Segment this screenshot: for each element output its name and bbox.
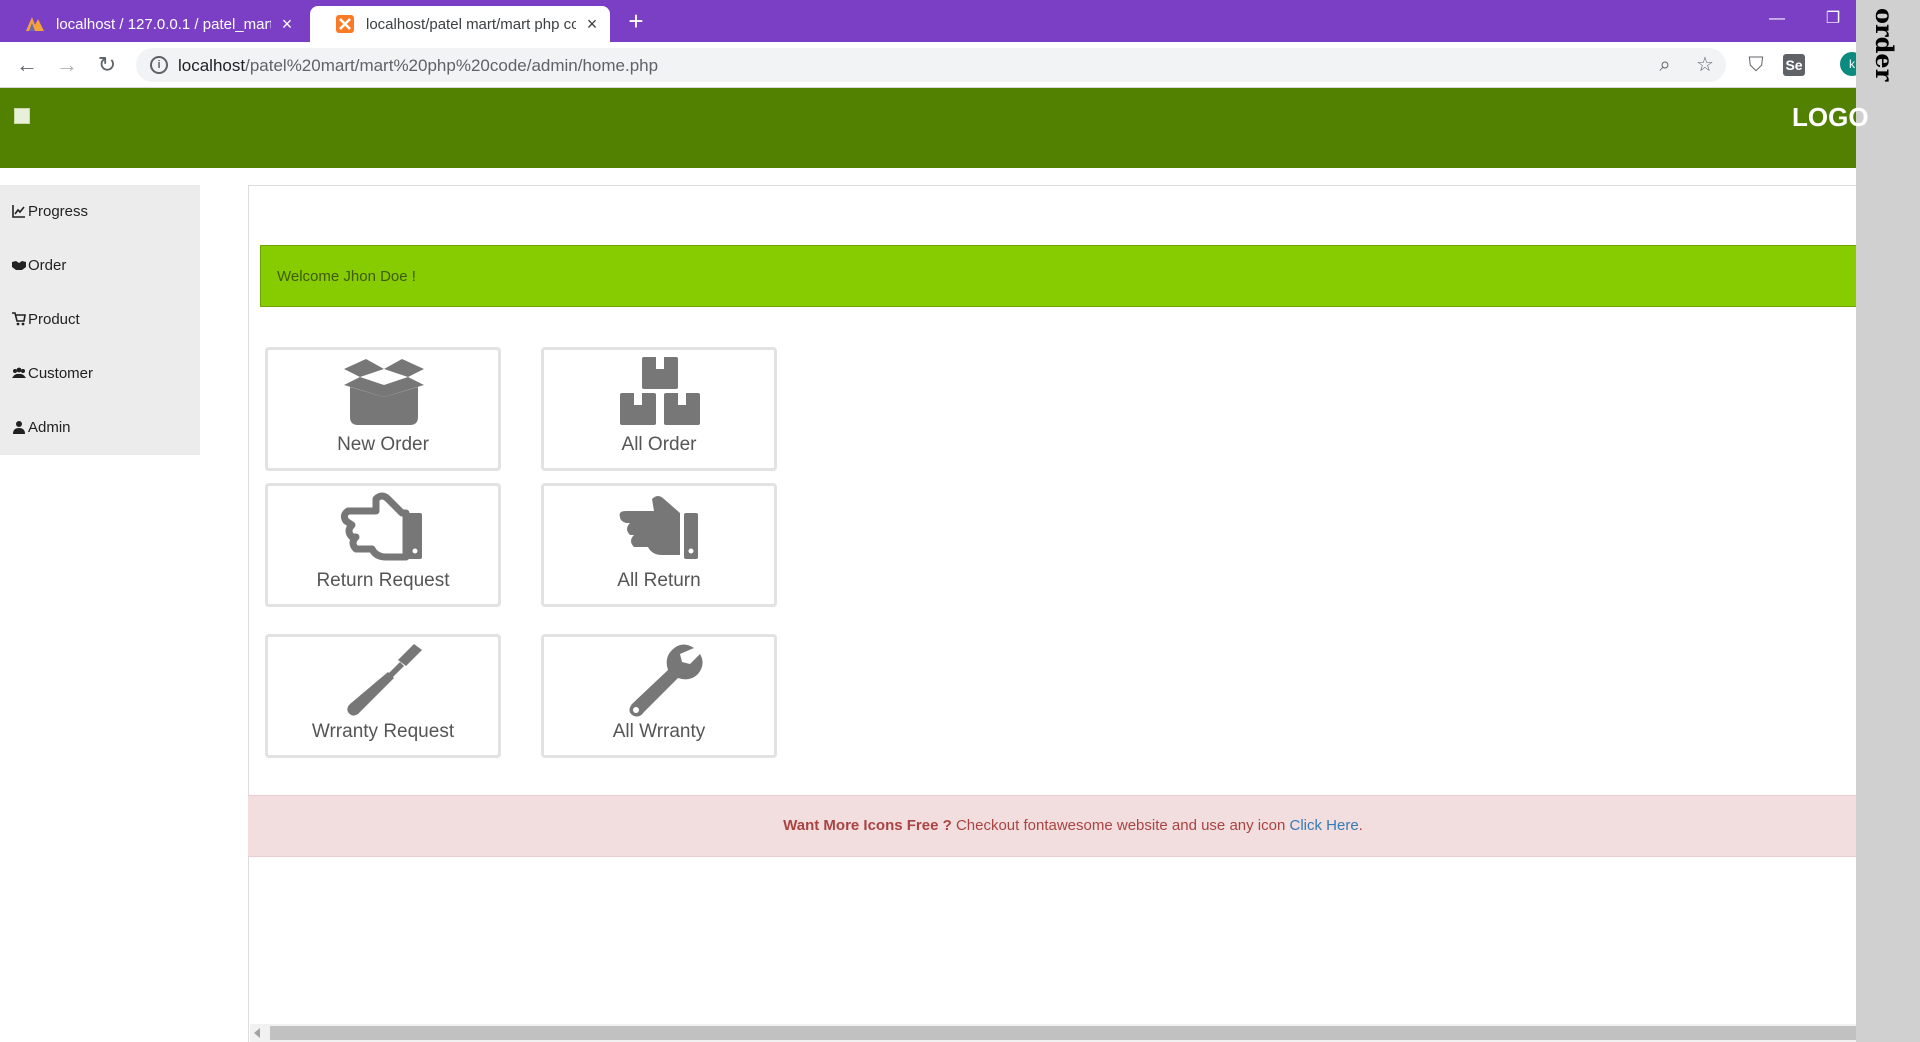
card-label: Return Request bbox=[316, 570, 450, 591]
tab-title: localhost/patel mart/mart php code/admin… bbox=[366, 15, 576, 33]
welcome-banner: Welcome Jhon Doe ! bbox=[260, 245, 1856, 307]
sidebar-item-label: Progress bbox=[28, 202, 89, 220]
browser-toolbar: ← → ↻ i localhost/patel%20mart/mart%20ph… bbox=[0, 42, 1856, 88]
browser-tab-bar: localhost / 127.0.0.1 / patel_mart × loc… bbox=[0, 0, 1856, 42]
url-text[interactable]: localhost/patel%20mart/mart%20php%20code… bbox=[178, 56, 658, 76]
welcome-text: Welcome Jhon Doe ! bbox=[277, 268, 416, 285]
browser-tab-home[interactable]: localhost/patel mart/mart php code/admin… bbox=[310, 6, 610, 42]
restore-icon[interactable]: ❐ bbox=[1810, 0, 1856, 38]
minimize-icon[interactable]: — bbox=[1754, 0, 1800, 38]
sidebar-item-customer[interactable]: Customer bbox=[12, 363, 93, 383]
scroll-left-arrow-icon[interactable] bbox=[254, 1028, 260, 1038]
alert-message: Want More Icons Free ? Checkout fontawes… bbox=[248, 817, 1898, 834]
phpmyadmin-favicon-icon bbox=[26, 17, 44, 31]
close-tab-icon[interactable]: × bbox=[279, 15, 295, 33]
sidebar-item-label: Product bbox=[28, 310, 80, 328]
hand-pointing-left-solid-icon bbox=[619, 496, 698, 559]
admin-sidebar: Progress Order Product Customer Admin bbox=[0, 185, 200, 455]
sidebar-item-label: Order bbox=[28, 256, 67, 274]
all-return-card[interactable]: All Return bbox=[541, 483, 777, 607]
user-icon bbox=[13, 421, 25, 434]
alert-text: Checkout fontawesome website and use any… bbox=[951, 817, 1290, 834]
broken-logo-image bbox=[14, 108, 30, 124]
shield-extension-icon[interactable]: ⛉ bbox=[1743, 52, 1769, 78]
info-alert: Want More Icons Free ? Checkout fontawes… bbox=[248, 795, 1856, 857]
sidebar-item-label: Customer bbox=[28, 364, 94, 382]
sidebar-item-progress[interactable]: Progress bbox=[12, 201, 88, 221]
horizontal-scrollbar[interactable] bbox=[250, 1024, 1856, 1042]
side-panel-text: order bbox=[1870, 8, 1899, 82]
card-label: Wrranty Request bbox=[311, 721, 455, 742]
screwdriver-icon bbox=[347, 644, 422, 716]
wrench-icon bbox=[629, 644, 703, 717]
card-label: New Order bbox=[337, 434, 429, 455]
warranty-request-card[interactable]: Wrranty Request bbox=[265, 634, 501, 758]
chart-line-icon bbox=[12, 205, 25, 218]
return-request-card[interactable]: Return Request bbox=[265, 483, 501, 607]
reload-icon[interactable]: ↻ bbox=[92, 50, 122, 80]
new-order-card[interactable]: New Order bbox=[265, 347, 501, 471]
main-content-area bbox=[248, 185, 1856, 1042]
bookmark-star-icon[interactable]: ☆ bbox=[1692, 52, 1718, 78]
sidebar-item-label: Admin bbox=[28, 418, 71, 436]
cart-icon bbox=[12, 312, 26, 326]
site-header: LOGO bbox=[0, 88, 1869, 168]
forward-arrow-icon[interactable]: → bbox=[52, 50, 82, 80]
logo-text: LOGO bbox=[1792, 102, 1869, 132]
card-label: All Order bbox=[621, 434, 697, 455]
all-order-card[interactable]: All Order bbox=[541, 347, 777, 471]
all-warranty-card[interactable]: All Wrranty bbox=[541, 634, 777, 758]
sidebar-item-admin[interactable]: Admin bbox=[12, 417, 71, 437]
close-tab-icon[interactable]: × bbox=[584, 15, 600, 33]
site-info-icon[interactable]: i bbox=[150, 56, 168, 74]
address-bar[interactable]: i localhost/patel%20mart/mart%20php%20co… bbox=[136, 48, 1726, 82]
scrollbar-thumb[interactable] bbox=[270, 1026, 1856, 1040]
boxes-icon bbox=[620, 357, 700, 425]
card-label: All Wrranty bbox=[612, 721, 706, 742]
sidebar-item-order[interactable]: Order bbox=[12, 255, 66, 275]
card-label: All Return bbox=[617, 570, 701, 591]
alert-tail: . bbox=[1358, 817, 1363, 834]
selenium-extension-icon[interactable]: Se bbox=[1783, 54, 1805, 76]
hand-pointing-left-icon bbox=[340, 492, 422, 561]
back-arrow-icon[interactable]: ← bbox=[12, 50, 42, 80]
open-box-icon bbox=[344, 359, 424, 425]
tab-title: localhost / 127.0.0.1 / patel_mart bbox=[56, 15, 271, 33]
zoom-icon[interactable]: ⌕ bbox=[1652, 52, 1678, 78]
sidebar-item-product[interactable]: Product bbox=[12, 309, 80, 329]
alert-strong-text: Want More Icons Free ? bbox=[783, 817, 952, 834]
xampp-favicon-icon bbox=[336, 15, 354, 33]
side-panel: order bbox=[1856, 0, 1920, 1042]
new-tab-button[interactable]: + bbox=[620, 6, 652, 38]
click-here-link[interactable]: Click Here bbox=[1289, 817, 1358, 834]
handshake-icon bbox=[12, 261, 26, 270]
browser-tab-phpmyadmin[interactable]: localhost / 127.0.0.1 / patel_mart × bbox=[0, 6, 305, 42]
users-icon bbox=[12, 367, 26, 378]
